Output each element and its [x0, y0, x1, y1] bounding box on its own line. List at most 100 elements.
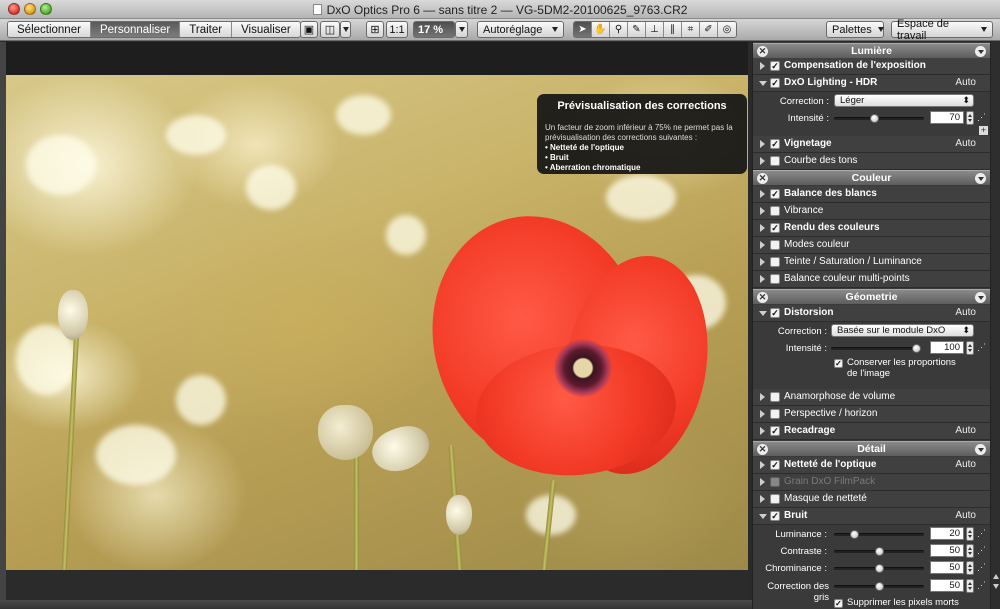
- expand-arrow-icon[interactable]: [760, 461, 765, 469]
- close-icon[interactable]: ✕: [757, 173, 768, 184]
- chrominance-slider[interactable]: [834, 564, 924, 573]
- perspective-tool[interactable]: ∥: [664, 22, 682, 37]
- expand-arrow-icon[interactable]: [760, 157, 765, 165]
- pixels-morts-checkbox[interactable]: ✓: [834, 599, 843, 608]
- slider-knob[interactable]: [874, 547, 884, 556]
- zoom-field[interactable]: 17 %: [413, 21, 455, 38]
- expand-arrow-icon[interactable]: [760, 427, 765, 435]
- row-vibrance[interactable]: Vibrance: [753, 203, 990, 220]
- palette-scrollbar[interactable]: [990, 42, 1000, 609]
- expand-arrow-icon[interactable]: [760, 241, 765, 249]
- checkbox-unchecked[interactable]: [770, 392, 780, 402]
- distorsion-correction-select[interactable]: Basée sur le module DxO: [831, 324, 974, 337]
- close-icon[interactable]: ✕: [757, 292, 768, 303]
- contraste-stepper[interactable]: [966, 544, 974, 558]
- chrominance-value[interactable]: 50: [930, 561, 964, 574]
- expand-arrow-icon[interactable]: [760, 224, 765, 232]
- luminance-stepper[interactable]: [966, 527, 974, 541]
- scroll-up-icon[interactable]: [993, 574, 999, 579]
- section-detail-header[interactable]: ✕ Détail: [753, 441, 990, 456]
- crop-tool[interactable]: ⌗: [682, 22, 700, 37]
- contraste-slider[interactable]: [834, 547, 924, 556]
- row-teinte[interactable]: Teinte / Saturation / Luminance: [753, 254, 990, 271]
- scroll-down-icon[interactable]: [993, 584, 999, 589]
- magic-wand-icon[interactable]: ⋰: [977, 580, 986, 591]
- add-icon[interactable]: +: [979, 126, 988, 135]
- magic-wand-icon[interactable]: ⋰: [977, 342, 986, 353]
- checkbox-checked[interactable]: ✓: [770, 139, 780, 149]
- section-lumiere-header[interactable]: ✕ Lumière: [753, 43, 990, 58]
- row-balance-multi[interactable]: Balance couleur multi-points: [753, 271, 990, 288]
- checkbox-unchecked[interactable]: [770, 156, 780, 166]
- slider-knob[interactable]: [870, 114, 880, 123]
- chevron-down-icon[interactable]: [975, 444, 986, 455]
- tab-selectionner[interactable]: Sélectionner: [8, 22, 91, 37]
- row-rendu[interactable]: ✓ Rendu des couleurs: [753, 220, 990, 237]
- row-distorsion[interactable]: ✓ Distorsion Auto: [753, 305, 990, 322]
- expand-arrow-icon[interactable]: [760, 495, 765, 503]
- chrominance-stepper[interactable]: [966, 561, 974, 575]
- view-menu-button[interactable]: [340, 21, 351, 38]
- magic-wand-icon[interactable]: ⋰: [977, 528, 986, 539]
- luminance-value[interactable]: 20: [930, 527, 964, 540]
- checkbox-checked[interactable]: ✓: [770, 308, 780, 318]
- checkbox-unchecked[interactable]: [770, 257, 780, 267]
- expand-arrow-icon[interactable]: [760, 207, 765, 215]
- slider-knob[interactable]: [874, 564, 884, 573]
- row-dxo-lighting[interactable]: ✓ DxO Lighting - HDR Auto: [753, 75, 990, 92]
- row-courbe[interactable]: Courbe des tons: [753, 153, 990, 170]
- collapse-arrow-icon[interactable]: [759, 81, 767, 90]
- collapse-arrow-icon[interactable]: [759, 514, 767, 523]
- lighting-intensity-slider[interactable]: [834, 114, 924, 123]
- tab-visualiser[interactable]: Visualiser: [232, 22, 300, 37]
- zoom-menu-button[interactable]: [455, 21, 468, 38]
- lighting-intensity-stepper[interactable]: [966, 111, 974, 125]
- checkbox-checked[interactable]: ✓: [770, 189, 780, 199]
- fit-to-screen-button[interactable]: ⊞: [366, 21, 384, 38]
- compare-view-button[interactable]: ◫: [320, 21, 340, 38]
- checkbox-unchecked[interactable]: [770, 240, 780, 250]
- slider-knob[interactable]: [912, 344, 921, 353]
- hand-tool[interactable]: ✋: [592, 22, 610, 37]
- magic-wand-icon[interactable]: ⋰: [977, 545, 986, 556]
- expand-arrow-icon[interactable]: [760, 62, 765, 70]
- expand-arrow-icon[interactable]: [760, 190, 765, 198]
- correction-gris-stepper[interactable]: [966, 579, 974, 593]
- correction-gris-slider[interactable]: [834, 582, 924, 591]
- slider-knob[interactable]: [850, 530, 860, 539]
- magic-wand-icon[interactable]: ⋰: [977, 112, 986, 123]
- preset-select[interactable]: Autoréglage: [477, 21, 564, 38]
- horizon-tool[interactable]: ⊥: [646, 22, 664, 37]
- magic-wand-icon[interactable]: ⋰: [977, 562, 986, 573]
- checkbox-checked[interactable]: ✓: [770, 426, 780, 436]
- zoom-1to1-button[interactable]: 1:1: [386, 21, 408, 38]
- row-anamorphose[interactable]: Anamorphose de volume: [753, 389, 990, 406]
- contraste-value[interactable]: 50: [930, 544, 964, 557]
- row-nettete[interactable]: ✓ Netteté de l'optique Auto: [753, 457, 990, 474]
- chevron-down-icon[interactable]: [975, 292, 986, 303]
- pointer-tool[interactable]: ➤: [574, 22, 592, 37]
- row-balance-blancs[interactable]: ✓ Balance des blancs: [753, 186, 990, 203]
- slider-knob[interactable]: [874, 582, 884, 591]
- checkbox-checked[interactable]: ✓: [770, 61, 780, 71]
- distorsion-intensity-value[interactable]: 100: [930, 341, 964, 354]
- image-viewer[interactable]: Prévisualisation des corrections Un fact…: [6, 42, 748, 602]
- checkbox-unchecked[interactable]: [770, 206, 780, 216]
- distorsion-intensity-stepper[interactable]: [966, 341, 974, 355]
- lighting-intensity-value[interactable]: 70: [930, 111, 964, 124]
- row-masque[interactable]: Masque de netteté: [753, 491, 990, 508]
- row-exposure[interactable]: ✓ Compensation de l'exposition: [753, 58, 990, 75]
- zoom-tool[interactable]: ⚲: [610, 22, 628, 37]
- lighting-correction-select[interactable]: Léger: [834, 94, 974, 107]
- eyedropper-tool[interactable]: ✎: [628, 22, 646, 37]
- repair-tool[interactable]: ✐: [700, 22, 718, 37]
- expand-arrow-icon[interactable]: [760, 410, 765, 418]
- checkbox-checked[interactable]: ✓: [770, 511, 780, 521]
- row-modes[interactable]: Modes couleur: [753, 237, 990, 254]
- checkbox-checked[interactable]: ✓: [770, 460, 780, 470]
- target-tool[interactable]: ◎: [718, 22, 736, 37]
- conserver-checkbox[interactable]: ✓: [834, 359, 843, 368]
- chevron-down-icon[interactable]: [975, 46, 986, 57]
- checkbox-checked[interactable]: ✓: [770, 78, 780, 88]
- tab-personnaliser[interactable]: Personnaliser: [90, 22, 181, 37]
